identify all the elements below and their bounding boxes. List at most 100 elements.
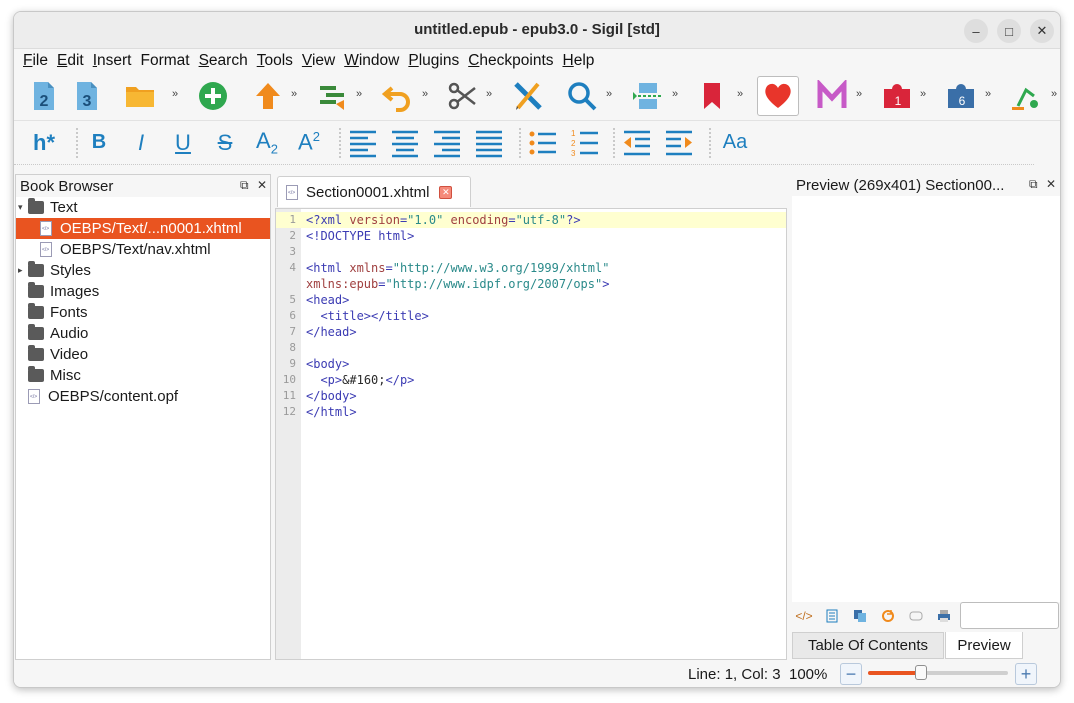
align-center-button[interactable] [387,125,423,161]
insert-file-button[interactable] [314,78,350,114]
toolbar-more-10[interactable]: » [920,88,926,100]
menu-item-view[interactable]: View [302,52,335,70]
maximize-button[interactable]: □ [997,19,1021,43]
zoom-slider-handle[interactable] [915,665,927,680]
toolbar-more-8[interactable]: » [737,88,743,100]
add-file-button[interactable] [195,78,231,114]
toolbar-more-12[interactable]: » [1051,88,1057,100]
print-icon[interactable] [936,608,952,624]
code-token: <!DOCTYPE html> [306,229,415,243]
new-epub2-button[interactable]: 2 [26,78,62,114]
book-browser-float-icon[interactable]: ⧉ [240,178,249,193]
code-token: "http://www.w3.org/1999/xhtml" [392,261,610,275]
tab-section0001[interactable]: Section0001.xhtml ✕ [277,176,471,207]
menu-item-checkpoints[interactable]: Checkpoints [468,52,553,70]
book-browser-close-icon[interactable]: ✕ [257,178,267,192]
preview-float-icon[interactable]: ⧉ [1029,177,1038,192]
folder-icon [28,303,44,319]
menu-item-plugins[interactable]: Plugins [408,52,459,70]
toolbar-more-9[interactable]: » [856,88,862,100]
tree-folder-misc[interactable]: Misc [16,365,270,386]
toolbar-more-5[interactable]: » [486,88,492,100]
reader-view-icon[interactable] [824,608,840,624]
align-left-button[interactable] [345,125,381,161]
expand-arrow-icon[interactable]: ▾ [18,202,23,213]
plugin-robot-button[interactable] [1008,78,1044,114]
code-token: > [602,277,610,291]
code-view[interactable]: 1 <?xml version="1.0" encoding="utf-8"?> 2… [275,208,787,660]
menu-item-search[interactable]: Search [199,52,248,70]
zoom-in-button[interactable]: + [1015,663,1037,685]
copy-icon[interactable] [852,608,868,624]
zoom-slider[interactable] [868,660,1008,687]
zoom-out-button[interactable]: − [840,663,862,685]
cut-button[interactable] [444,78,480,114]
tree-file[interactable]: OEBPS/Text/nav.xhtml [16,239,270,260]
menu-item-tools[interactable]: Tools [257,52,293,70]
align-justify-button[interactable] [471,125,507,161]
tree-file[interactable]: OEBPS/content.opf [16,386,270,407]
preview-search-input[interactable] [960,602,1059,629]
close-button[interactable]: ✕ [1030,19,1054,43]
title-bar: untitled.epub - epub3.0 - Sigil [std] – … [14,12,1060,49]
superscript-button[interactable]: A2 [291,125,327,161]
strikethrough-button[interactable]: S [207,125,243,161]
code-view-icon[interactable]: </> [795,608,812,624]
inspect-icon[interactable] [908,608,924,624]
tree-folder-text[interactable]: ▾ Text [16,197,270,218]
split-button[interactable] [629,78,665,114]
bookmark-button[interactable] [694,78,730,114]
new-epub3-button[interactable]: 3 [69,78,105,114]
find-button[interactable] [564,78,600,114]
change-case-button[interactable]: Aa [717,125,753,161]
toolbar-more-7[interactable]: » [672,88,678,100]
open-button[interactable] [122,78,158,114]
save-button[interactable] [250,78,286,114]
plugin-6-button[interactable]: 6 [943,78,979,114]
toolbar-more-3[interactable]: » [356,88,362,100]
menu-item-file[interactable]: File [23,52,48,70]
toolbar-more-6[interactable]: » [606,88,612,100]
indent-button[interactable] [661,125,697,161]
menu-mnemonic: E [56,52,68,69]
tab-table-of-contents[interactable]: Table Of Contents [792,632,944,659]
toolbar-more-1[interactable]: » [172,88,178,100]
tab-close-icon[interactable]: ✕ [439,185,453,199]
metadata-button[interactable] [814,78,850,114]
align-right-button[interactable] [429,125,465,161]
menu-item-insert[interactable]: Insert [93,52,132,70]
italic-button[interactable]: I [123,125,159,161]
tree-folder-fonts[interactable]: Fonts [16,302,270,323]
code-token: </body> [306,389,357,403]
collapse-arrow-icon[interactable]: ▸ [18,265,23,276]
minimize-button[interactable]: – [964,19,988,43]
code-line: 10 <p>&#160;</p> [276,372,786,388]
toolbar-more-11[interactable]: » [985,88,991,100]
tree-folder-images[interactable]: Images [16,281,270,302]
tree-folder-video[interactable]: Video [16,344,270,365]
numbered-list-button[interactable]: 123 [567,125,603,161]
tree-folder-audio[interactable]: Audio [16,323,270,344]
menu-item-window[interactable]: Window [344,52,399,70]
bold-button[interactable]: B [81,125,117,161]
outdent-button[interactable] [619,125,655,161]
menu-item-help[interactable]: Help [563,52,595,70]
toolbar-more-4[interactable]: » [422,88,428,100]
reload-icon[interactable] [880,608,896,624]
tree-file[interactable]: OEBPS/Text/...n0001.xhtml [16,218,270,239]
underline-button[interactable]: U [165,125,201,161]
preview-close-icon[interactable]: ✕ [1046,177,1056,191]
toolbar-more-2[interactable]: » [291,88,297,100]
heading-button[interactable]: h* [26,125,62,161]
menu-item-edit[interactable]: Edit [57,52,84,70]
favorite-button[interactable] [757,76,799,116]
menu-item-format[interactable]: Format [140,52,189,70]
undo-button[interactable] [380,78,416,114]
subscript-button[interactable]: A2 [249,125,285,161]
tab-preview[interactable]: Preview [945,632,1023,659]
plugin-1-button[interactable]: 1 [879,78,915,114]
validate-button[interactable] [510,78,546,114]
bullet-list-button[interactable] [525,125,561,161]
tree-folder-styles[interactable]: ▸ Styles [16,260,270,281]
